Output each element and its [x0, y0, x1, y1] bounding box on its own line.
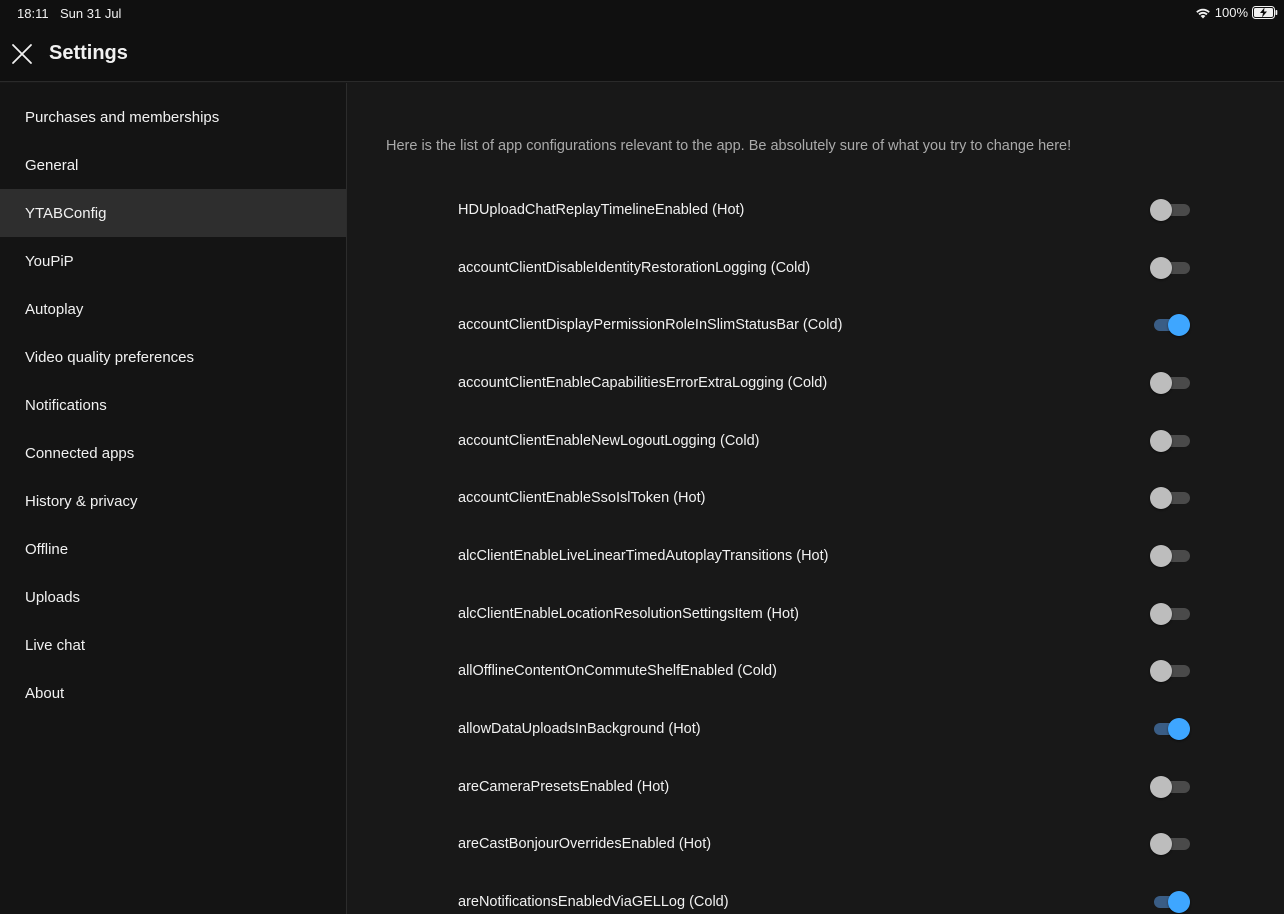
- intro-text: Here is the list of app configurations r…: [386, 138, 1072, 154]
- toggle-knob: [1168, 718, 1190, 741]
- toggle-knob: [1150, 487, 1172, 510]
- config-label: allOfflineContentOnCommuteShelfEnabled (…: [458, 663, 777, 680]
- wifi-icon: [1195, 8, 1210, 18]
- status-time: 18:11: [17, 6, 49, 21]
- battery-percent: 100%: [1214, 5, 1248, 20]
- sidebar-item-label: Uploads: [25, 588, 81, 606]
- config-row: accountClientDisplayPermissionRoleInSlim…: [348, 296, 1284, 354]
- sidebar-item-purchases-and-memberships[interactable]: Purchases and memberships: [0, 93, 346, 141]
- config-toggle[interactable]: [1150, 429, 1190, 453]
- toggle-knob: [1150, 371, 1172, 394]
- config-toggle[interactable]: [1150, 371, 1190, 395]
- config-toggle[interactable]: [1150, 256, 1190, 280]
- config-label: areCastBonjourOverridesEnabled (Hot): [458, 836, 712, 853]
- sidebar-item-label: Purchases and memberships: [25, 108, 220, 126]
- config-toggle[interactable]: [1150, 717, 1190, 741]
- config-label: accountClientEnableCapabilitiesErrorExtr…: [458, 374, 828, 391]
- page-title: Settings: [49, 42, 128, 64]
- sidebar-item-history-privacy[interactable]: History & privacy: [0, 477, 346, 525]
- config-list: HDUploadChatReplayTimelineEnabled (Hot) a…: [348, 181, 1284, 914]
- config-row: allOfflineContentOnCommuteShelfEnabled (…: [348, 643, 1284, 701]
- sidebar-item-youpip[interactable]: YouPiP: [0, 237, 346, 285]
- config-toggle[interactable]: [1150, 313, 1190, 337]
- config-row: areNotificationsEnabledViaGELLog (Cold): [348, 873, 1284, 914]
- sidebar-list: Purchases and memberships General YTABConf…: [0, 93, 346, 717]
- sidebar-item-label: Offline: [25, 540, 69, 558]
- status-date: Sun 31 Jul: [60, 6, 122, 21]
- config-label: accountClientDisplayPermissionRoleInSlim…: [458, 317, 843, 334]
- config-toggle[interactable]: [1150, 486, 1190, 510]
- config-toggle[interactable]: [1150, 659, 1190, 683]
- config-label: accountClientEnableNewLogoutLogging (Col…: [458, 432, 760, 449]
- toggle-knob: [1150, 660, 1172, 683]
- config-toggle[interactable]: [1150, 544, 1190, 568]
- config-row: alcClientEnableLocationResolutionSetting…: [348, 585, 1284, 643]
- config-row: areCameraPresetsEnabled (Hot): [348, 758, 1284, 816]
- config-row: accountClientDisableIdentityRestorationL…: [348, 239, 1284, 297]
- config-row: accountClientEnableSsoIslToken (Hot): [348, 469, 1284, 527]
- sidebar-item-ytabconfig[interactable]: YTABConfig: [0, 189, 346, 237]
- battery-charging-icon: [1252, 6, 1278, 19]
- sidebar-item-label: Notifications: [25, 396, 107, 414]
- sidebar-item-notifications[interactable]: Notifications: [0, 381, 346, 429]
- sidebar-item-offline[interactable]: Offline: [0, 525, 346, 573]
- config-label: alcClientEnableLocationResolutionSetting…: [458, 605, 799, 622]
- config-panel: Here is the list of app configurations r…: [348, 83, 1284, 914]
- sidebar-item-uploads[interactable]: Uploads: [0, 573, 346, 621]
- close-button[interactable]: [8, 40, 36, 68]
- toggle-knob: [1168, 891, 1190, 914]
- sidebar-item-label: Autoplay: [25, 300, 84, 318]
- sidebar-item-label: Video quality preferences: [25, 348, 194, 366]
- config-row: allowDataUploadsInBackground (Hot): [348, 700, 1284, 758]
- sidebar-item-autoplay[interactable]: Autoplay: [0, 285, 346, 333]
- status-right: 100%: [1195, 5, 1278, 20]
- sidebar-item-about[interactable]: About: [0, 669, 346, 717]
- config-label: HDUploadChatReplayTimelineEnabled (Hot): [458, 201, 745, 218]
- toggle-knob: [1150, 256, 1172, 279]
- app-header: Settings: [0, 28, 1284, 82]
- toggle-knob: [1150, 544, 1172, 567]
- config-row: areCastBonjourOverridesEnabled (Hot): [348, 816, 1284, 874]
- config-label: accountClientDisableIdentityRestorationL…: [458, 259, 811, 276]
- config-label: allowDataUploadsInBackground (Hot): [458, 721, 701, 738]
- toggle-knob: [1150, 833, 1172, 856]
- sidebar-item-label: General: [25, 156, 79, 174]
- config-toggle[interactable]: [1150, 602, 1190, 626]
- status-bar: 18:11 Sun 31 Jul 100%: [0, 0, 1284, 28]
- sidebar-item-label: About: [25, 684, 65, 702]
- sidebar-item-label: Connected apps: [25, 444, 135, 462]
- toggle-knob: [1150, 775, 1172, 798]
- sidebar-item-video-quality-preferences[interactable]: Video quality preferences: [0, 333, 346, 381]
- sidebar-item-label: History & privacy: [25, 492, 138, 510]
- settings-sidebar: Purchases and memberships General YTABConf…: [0, 83, 347, 914]
- close-icon: [12, 44, 32, 64]
- config-toggle[interactable]: [1150, 890, 1190, 914]
- config-row: accountClientEnableNewLogoutLogging (Col…: [348, 412, 1284, 470]
- sidebar-item-general[interactable]: General: [0, 141, 346, 189]
- toggle-knob: [1168, 314, 1190, 337]
- sidebar-item-connected-apps[interactable]: Connected apps: [0, 429, 346, 477]
- config-row: alcClientEnableLiveLinearTimedAutoplayTr…: [348, 527, 1284, 585]
- config-label: accountClientEnableSsoIslToken (Hot): [458, 490, 706, 507]
- toggle-knob: [1150, 429, 1172, 452]
- config-label: alcClientEnableLiveLinearTimedAutoplayTr…: [458, 547, 829, 564]
- config-label: areCameraPresetsEnabled (Hot): [458, 778, 670, 795]
- config-toggle[interactable]: [1150, 832, 1190, 856]
- toggle-knob: [1150, 198, 1172, 221]
- config-toggle[interactable]: [1150, 775, 1190, 799]
- config-row: accountClientEnableCapabilitiesErrorExtr…: [348, 354, 1284, 412]
- config-label: areNotificationsEnabledViaGELLog (Cold): [458, 894, 729, 911]
- sidebar-item-live-chat[interactable]: Live chat: [0, 621, 346, 669]
- toggle-knob: [1150, 602, 1172, 625]
- sidebar-item-label: YTABConfig: [25, 204, 107, 222]
- sidebar-item-label: Live chat: [25, 636, 86, 654]
- config-row: HDUploadChatReplayTimelineEnabled (Hot): [348, 181, 1284, 239]
- sidebar-item-label: YouPiP: [25, 252, 74, 270]
- config-toggle[interactable]: [1150, 198, 1190, 222]
